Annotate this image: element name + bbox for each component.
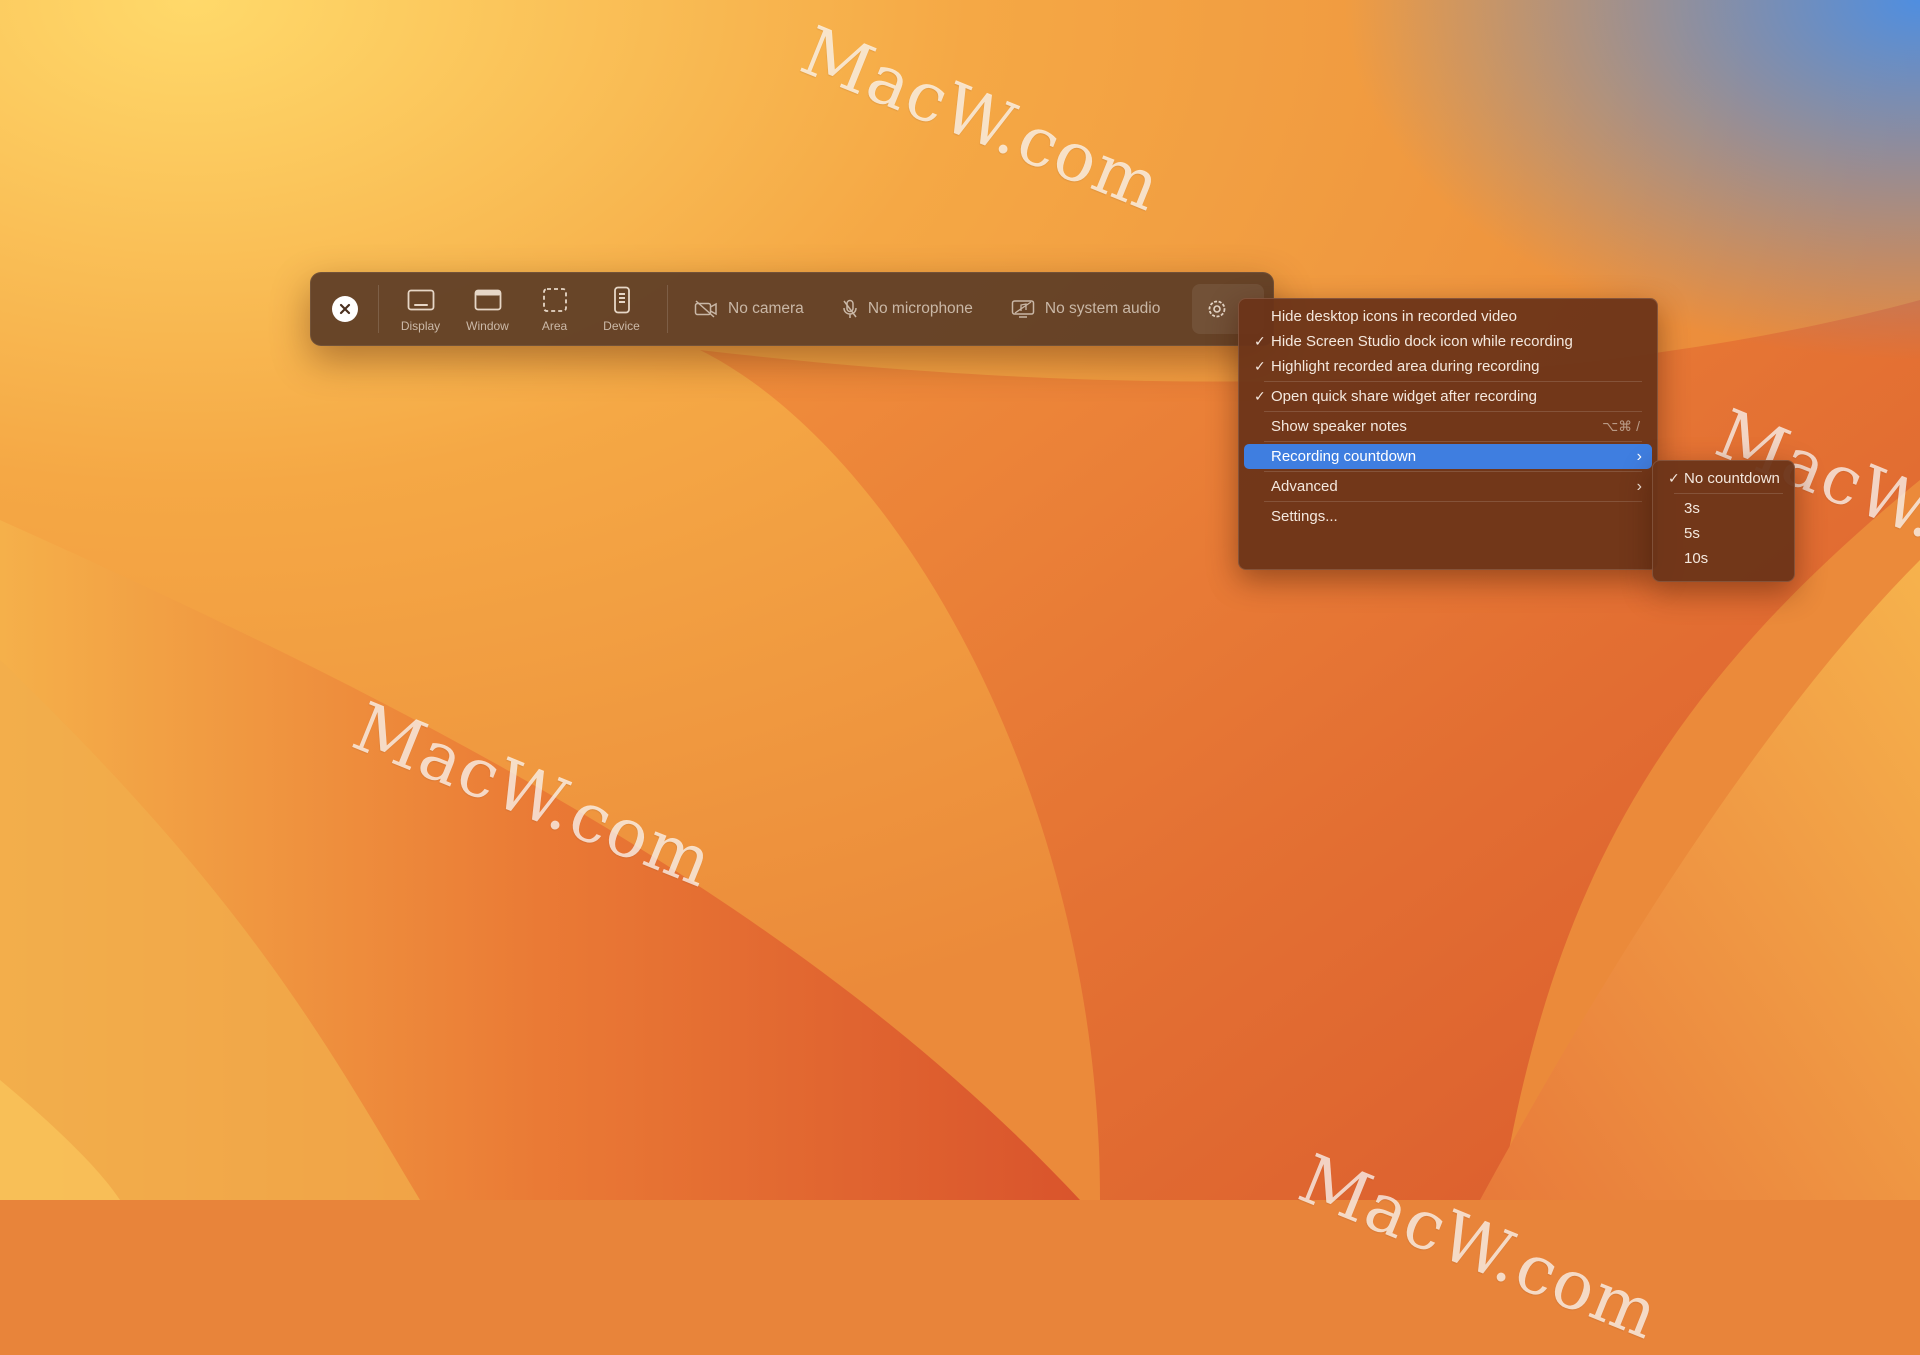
microphone-select[interactable]: No microphone — [842, 279, 973, 339]
menu-item-settings[interactable]: Settings... — [1244, 504, 1652, 529]
toolbar-divider — [667, 285, 668, 333]
menu-item-recording-countdown[interactable]: Recording countdown › — [1244, 444, 1652, 469]
countdown-submenu: ✓ No countdown 3s 5s 10s — [1652, 460, 1795, 582]
menu-separator — [1264, 411, 1642, 412]
menu-item-label: Hide desktop icons in recorded video — [1271, 308, 1517, 325]
keyboard-shortcut: ⌥⌘ / — [1602, 418, 1640, 434]
submenu-item-label: 5s — [1684, 525, 1700, 542]
menu-separator — [1264, 501, 1642, 502]
window-icon — [474, 289, 501, 311]
submenu-item-no-countdown[interactable]: ✓ No countdown — [1658, 466, 1789, 491]
menu-item-quick-share[interactable]: ✓ Open quick share widget after recordin… — [1244, 384, 1652, 409]
checkmark-icon: ✓ — [1254, 388, 1266, 404]
menu-item-label: Hide Screen Studio dock icon while recor… — [1271, 333, 1573, 350]
submenu-item-3s[interactable]: 3s — [1658, 496, 1789, 521]
system-audio-off-icon — [1011, 300, 1035, 318]
microphone-label: No microphone — [867, 300, 973, 317]
menu-item-advanced[interactable]: Advanced › — [1244, 474, 1652, 499]
device-mode-label: Device — [603, 319, 640, 333]
display-icon — [407, 289, 434, 311]
menu-item-highlight-area[interactable]: ✓ Highlight recorded area during recordi… — [1244, 354, 1652, 379]
submenu-item-label: No countdown — [1684, 470, 1780, 487]
menu-item-hide-desktop-icons[interactable]: Hide desktop icons in recorded video — [1244, 304, 1652, 329]
camera-label: No camera — [728, 300, 804, 317]
menu-separator — [1264, 381, 1642, 382]
menu-item-label: Show speaker notes — [1271, 418, 1407, 435]
area-mode-button[interactable]: Area — [521, 279, 588, 339]
submenu-item-5s[interactable]: 5s — [1658, 521, 1789, 546]
gear-icon — [1208, 300, 1226, 318]
settings-dropdown-menu: Hide desktop icons in recorded video ✓ H… — [1238, 298, 1658, 570]
area-icon — [542, 288, 567, 312]
menu-item-speaker-notes[interactable]: Show speaker notes ⌥⌘ / — [1244, 414, 1652, 439]
menu-separator — [1674, 493, 1783, 494]
toolbar-divider — [378, 285, 379, 333]
recording-toolbar: Display Window Area Device No camera No … — [310, 272, 1274, 346]
menu-item-label: Recording countdown — [1271, 448, 1417, 465]
checkmark-icon: ✓ — [1668, 470, 1680, 486]
system-audio-label: No system audio — [1044, 300, 1161, 317]
chevron-right-icon: › — [1636, 448, 1642, 465]
submenu-item-label: 3s — [1684, 500, 1700, 517]
checkmark-icon: ✓ — [1254, 358, 1266, 374]
menu-separator — [1264, 441, 1642, 442]
desktop-wallpaper — [0, 0, 1920, 1200]
submenu-item-10s[interactable]: 10s — [1658, 546, 1789, 571]
checkmark-icon: ✓ — [1254, 333, 1266, 349]
menu-separator — [1264, 471, 1642, 472]
microphone-off-icon — [843, 299, 857, 318]
chevron-right-icon: › — [1636, 478, 1642, 495]
system-audio-select[interactable]: No system audio — [1011, 279, 1160, 339]
menu-item-label: Highlight recorded area during recording — [1271, 358, 1540, 375]
window-mode-button[interactable]: Window — [454, 279, 521, 339]
close-icon — [339, 303, 351, 315]
window-mode-label: Window — [466, 319, 509, 333]
menu-item-label: Open quick share widget after recording — [1271, 388, 1537, 405]
submenu-item-label: 10s — [1684, 550, 1709, 567]
menu-item-label: Settings... — [1271, 508, 1338, 525]
display-mode-label: Display — [400, 319, 441, 333]
menu-item-hide-dock-icon[interactable]: ✓ Hide Screen Studio dock icon while rec… — [1244, 329, 1652, 354]
display-mode-button[interactable]: Display — [387, 279, 454, 339]
close-button[interactable] — [332, 296, 358, 322]
camera-select[interactable]: No camera — [694, 279, 804, 339]
menu-item-label: Advanced — [1271, 478, 1338, 495]
area-mode-label: Area — [541, 319, 568, 333]
device-mode-button[interactable]: Device — [588, 279, 655, 339]
camera-off-icon — [694, 300, 717, 318]
device-icon — [613, 286, 630, 314]
